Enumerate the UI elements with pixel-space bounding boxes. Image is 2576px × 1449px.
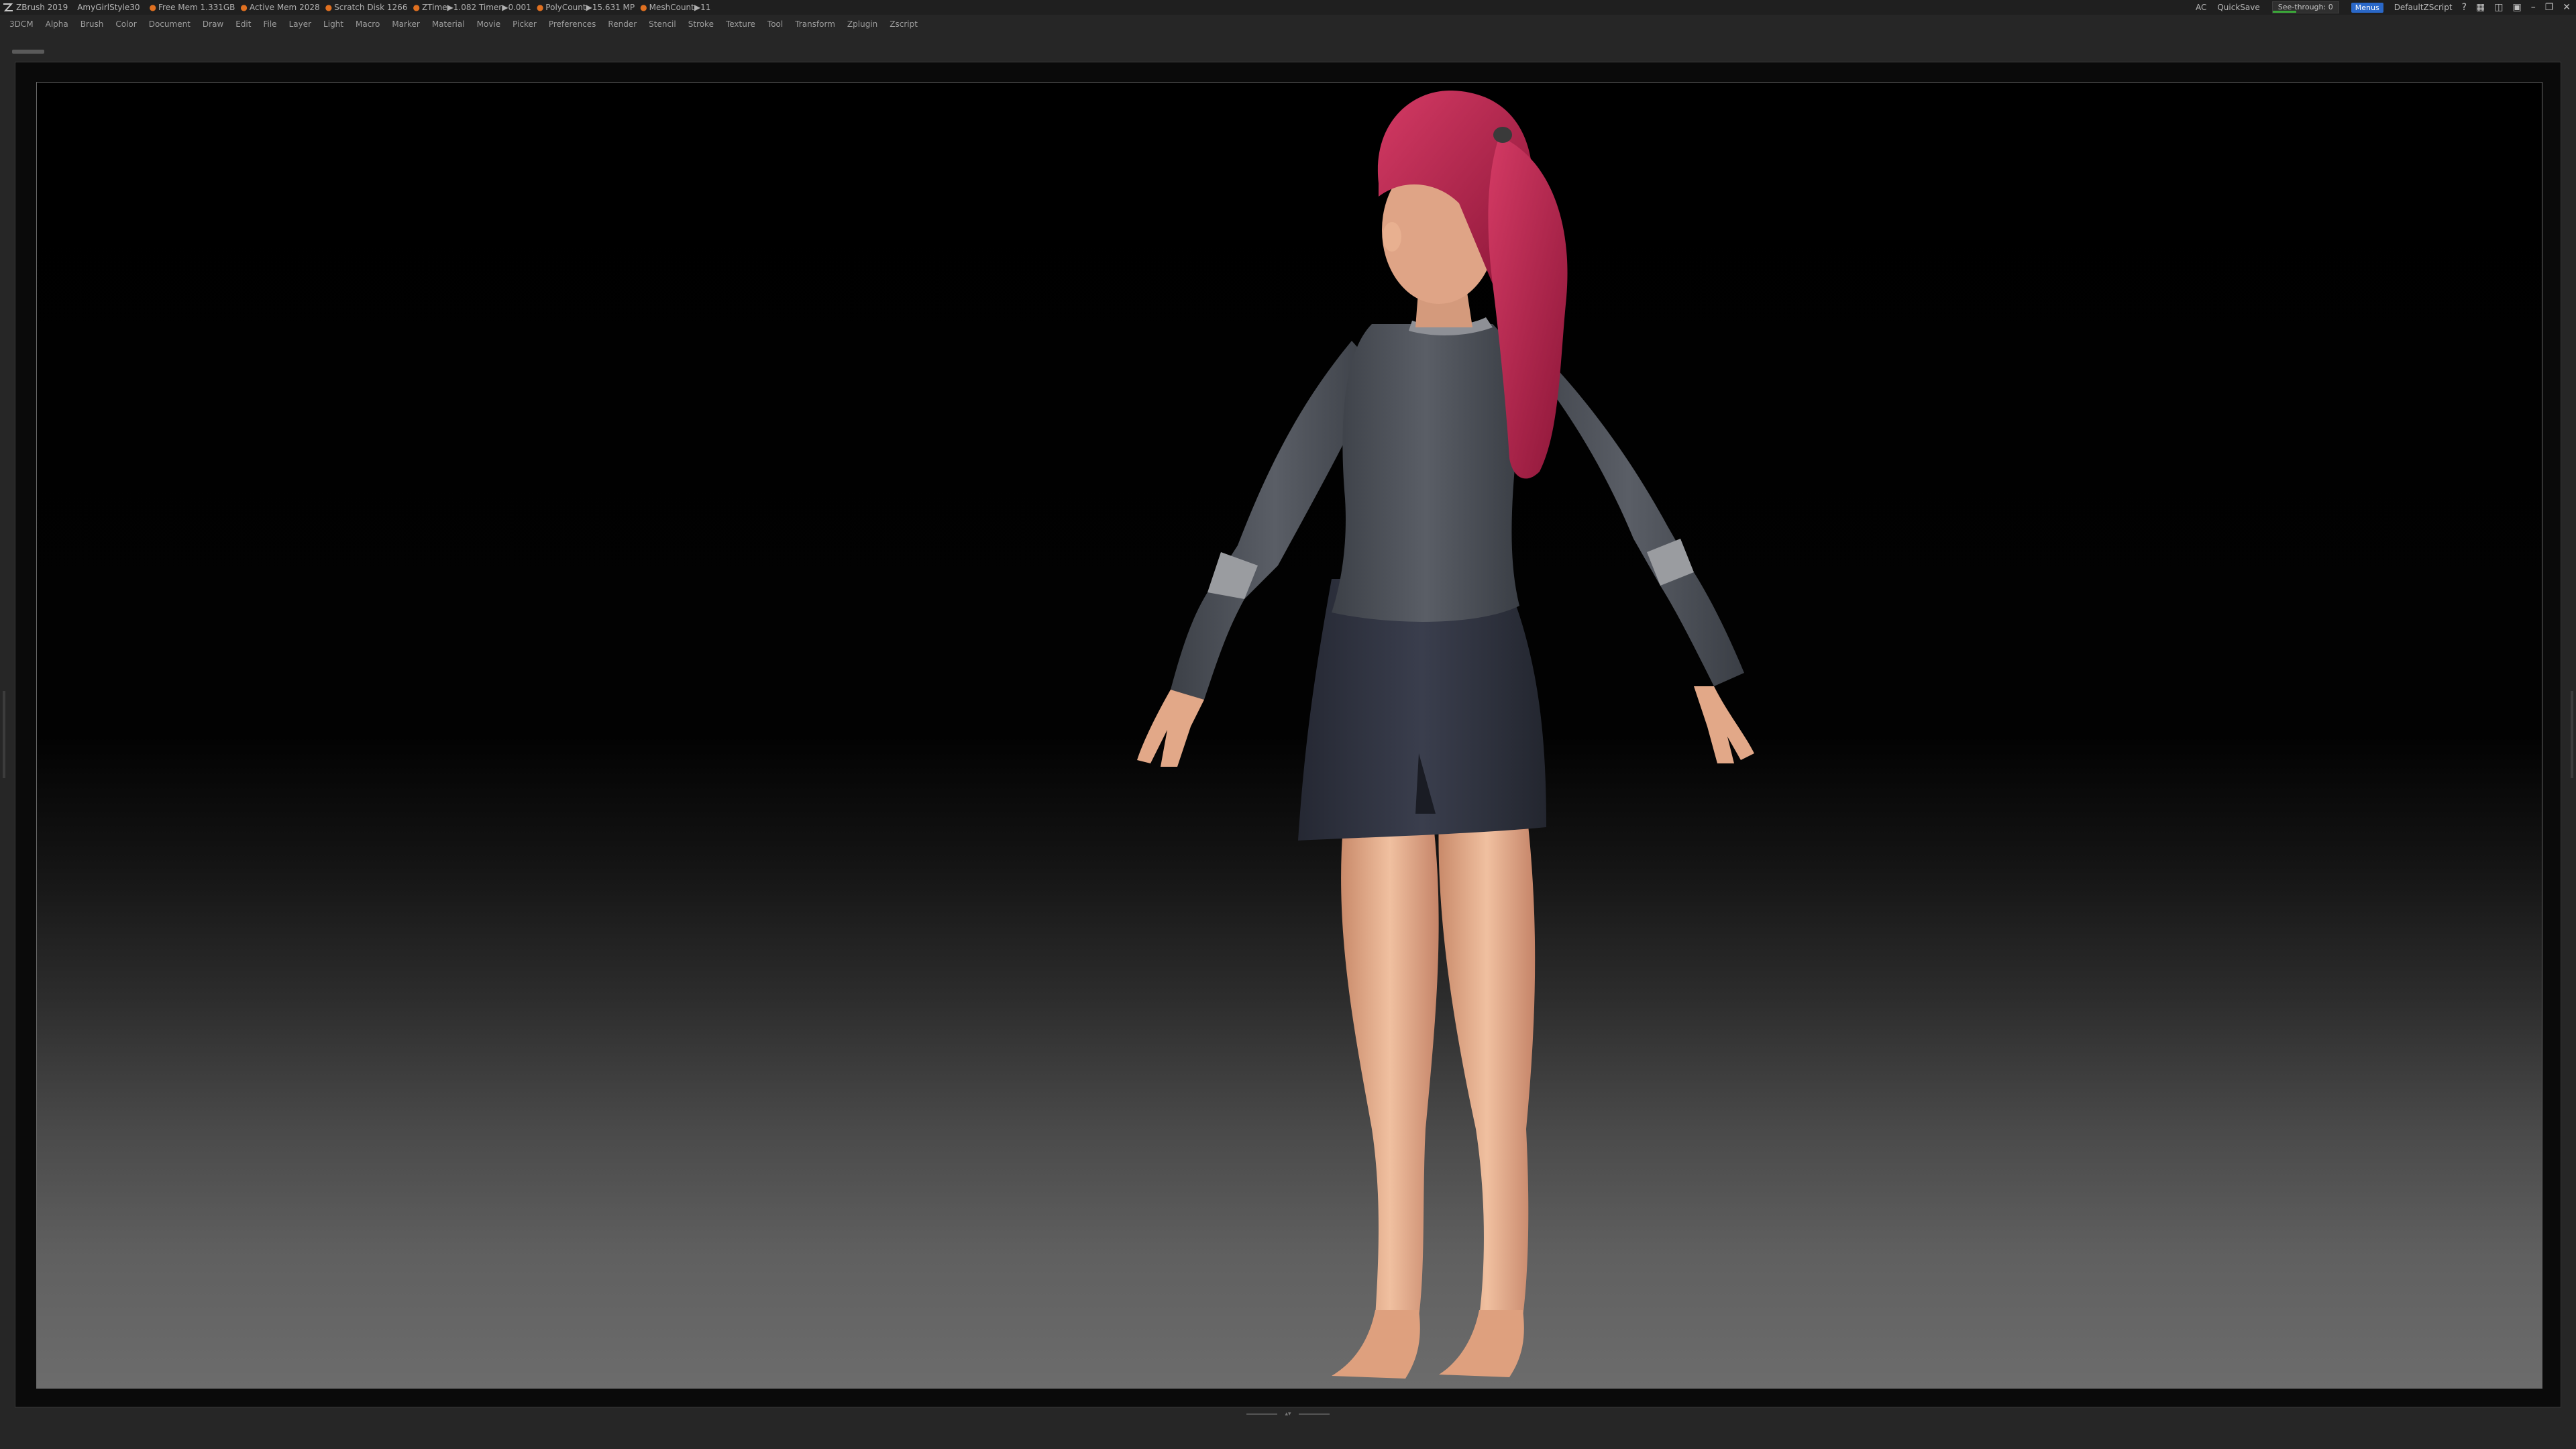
menu-light[interactable]: Light [323,19,343,29]
stat-text: ZTime▶1.082 Timer▶0.001 [421,3,531,12]
menu-draw[interactable]: Draw [203,19,223,29]
left-foot [1332,1310,1420,1379]
stat-active-mem: ● Active Mem 2028 [240,3,320,12]
stat-scratch-disk: ● Scratch Disk 1266 [325,3,408,12]
menus-toggle[interactable]: Menus [2351,2,2383,13]
hair-tie [1493,127,1512,143]
menu-brush[interactable]: Brush [80,19,104,29]
menu-stencil[interactable]: Stencil [649,19,676,29]
top-tray-handle[interactable] [12,50,44,54]
menu-color[interactable]: Color [115,19,136,29]
menu-movie[interactable]: Movie [477,19,501,29]
menu-render[interactable]: Render [608,19,637,29]
right-foot [1439,1310,1524,1377]
stat-text: MeshCount▶11 [649,3,711,12]
ac-button[interactable]: AC [2196,3,2206,12]
menu-3dcm[interactable]: 3DCM [9,19,34,29]
stat-polycount: ● PolyCount▶15.631 MP [536,3,635,12]
ear [1383,222,1401,252]
stat-text: Active Mem 2028 [249,3,320,12]
menu-file[interactable]: File [263,19,276,29]
menu-bar: 3DCM Alpha Brush Color Document Draw Edi… [0,15,2576,34]
menu-macro[interactable]: Macro [356,19,380,29]
app-name: ZBrush 2019 [16,3,68,12]
menu-transform[interactable]: Transform [795,19,835,29]
default-zscript-button[interactable]: DefaultZScript [2394,3,2453,12]
menu-tool[interactable]: Tool [767,19,783,29]
stat-free-mem: ● Free Mem 1.331GB [149,3,235,12]
menu-material[interactable]: Material [432,19,465,29]
menu-stroke[interactable]: Stroke [688,19,714,29]
minimize-icon[interactable]: – [2531,2,2536,13]
menu-layer[interactable]: Layer [289,19,311,29]
document-name: AmyGirlStyle30 [77,3,140,12]
character-model [1137,90,1754,1379]
help-icon[interactable]: ? [2462,2,2467,13]
stat-meshcount: ● MeshCount▶11 [640,3,711,12]
stat-text: Scratch Disk 1266 [334,3,408,12]
restore-icon[interactable]: ❐ [2545,2,2554,13]
menu-zscript[interactable]: Zscript [890,19,918,29]
see-through-value: 0 [2328,3,2333,11]
sweater [1332,324,1520,622]
left-leg [1341,807,1439,1317]
title-bar: ZBrush 2019 AmyGirlStyle30 ● Free Mem 1.3… [0,0,2576,15]
close-icon[interactable]: ✕ [2563,2,2571,13]
left-tray-handle[interactable] [3,691,5,778]
layout-icon[interactable]: ▦ [2476,2,2485,13]
see-through-fill [2272,11,2297,13]
stat-text: Free Mem 1.331GB [158,3,235,12]
menu-preferences[interactable]: Preferences [549,19,596,29]
left-hand [1137,690,1204,767]
lock-icon[interactable]: ▣ [2512,2,2521,13]
menu-alpha[interactable]: Alpha [46,19,68,29]
quicksave-button[interactable]: QuickSave [2217,3,2259,12]
collapse-arrows-icon[interactable]: ▴▾ [1246,1411,1330,1417]
right-leg [1438,807,1536,1317]
stat-text: PolyCount▶15.631 MP [545,3,635,12]
stat-ztime: ● ZTime▶1.082 Timer▶0.001 [413,3,531,12]
menu-edit[interactable]: Edit [235,19,251,29]
menu-texture[interactable]: Texture [726,19,755,29]
right-tray-handle[interactable] [2571,691,2573,778]
menu-zplugin[interactable]: Zplugin [847,19,877,29]
menu-marker[interactable]: Marker [392,19,419,29]
zbrush-logo-icon[interactable] [3,3,13,12]
right-hand [1694,686,1754,763]
viewport-canvas[interactable] [36,82,2542,1389]
title-bar-controls: AC QuickSave See-through: 0 Menus Defaul… [2185,0,2576,15]
menu-picker[interactable]: Picker [513,19,537,29]
menu-document[interactable]: Document [149,19,191,29]
see-through-slider[interactable]: See-through: 0 [2271,1,2339,13]
palette-icon[interactable]: ◫ [2494,2,2503,13]
